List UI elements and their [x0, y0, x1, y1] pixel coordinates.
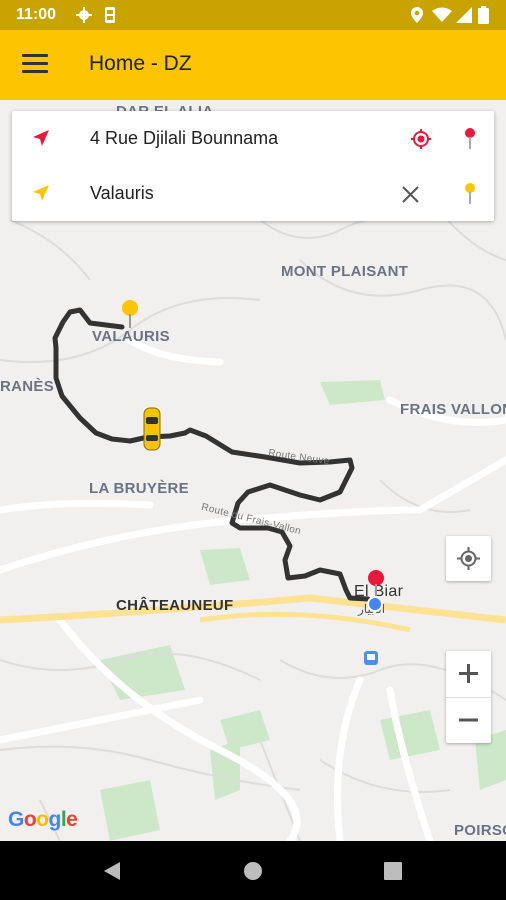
destination-field[interactable]: Valauris	[90, 183, 154, 204]
map-label-la-bruyere: LA BRUYÈRE	[89, 480, 189, 497]
status-bar: 11:00	[0, 0, 506, 30]
location-status-icon	[411, 7, 423, 23]
map-label-frais-vallon: FRAIS VALLON	[400, 401, 506, 418]
yellow-pin-icon[interactable]	[464, 183, 476, 205]
navigation-arrow-icon	[33, 185, 49, 201]
page-title: Home - DZ	[89, 52, 192, 75]
origin-field[interactable]: 4 Rue Djilali Bounnama	[90, 128, 278, 149]
destination-pin-icon[interactable]	[121, 299, 139, 329]
plus-icon	[459, 664, 478, 683]
back-icon[interactable]	[103, 861, 121, 881]
taxi-car-icon[interactable]	[142, 407, 162, 451]
settings-icon	[76, 7, 92, 23]
menu-icon[interactable]	[22, 54, 48, 76]
battery-icon	[478, 6, 489, 24]
crosshair-icon	[457, 547, 480, 570]
zoom-controls	[446, 651, 491, 743]
navigation-arrow-icon	[33, 130, 49, 146]
route-search-card: 4 Rue Djilali Bounnama Valauris	[12, 111, 494, 221]
zoom-out-button[interactable]	[446, 697, 491, 743]
my-location-button[interactable]	[446, 536, 491, 581]
minus-icon	[459, 718, 478, 722]
map-label-mont-plaisant: MONT PLAISANT	[281, 263, 409, 280]
close-icon[interactable]	[402, 186, 419, 203]
zoom-in-button[interactable]	[446, 651, 491, 698]
recents-icon[interactable]	[384, 862, 402, 880]
map-label-ranes: RANÈS	[0, 378, 55, 395]
signal-icon	[456, 7, 472, 23]
wifi-icon	[432, 7, 452, 22]
home-icon[interactable]	[243, 861, 263, 881]
app-bar: Home - DZ	[0, 30, 506, 100]
red-pin-icon[interactable]	[464, 128, 476, 150]
origin-pin-icon[interactable]	[367, 569, 385, 599]
sim-icon	[105, 7, 115, 23]
bus-stop-icon	[364, 651, 378, 665]
map-label-valauris: VALAURIS	[92, 328, 170, 345]
origin-row[interactable]: 4 Rue Djilali Bounnama	[12, 111, 494, 166]
map-label-chateauneuf: CHÂTEAUNEUF	[116, 597, 234, 614]
status-time: 11:00	[16, 6, 57, 23]
system-nav-bar	[0, 841, 506, 900]
destination-row[interactable]: Valauris	[12, 166, 494, 221]
current-location-dot-icon	[367, 596, 383, 612]
map-label-poirson: POIRSO	[454, 822, 506, 839]
google-logo[interactable]: Google	[8, 808, 78, 832]
my-location-target-icon[interactable]	[411, 129, 431, 149]
